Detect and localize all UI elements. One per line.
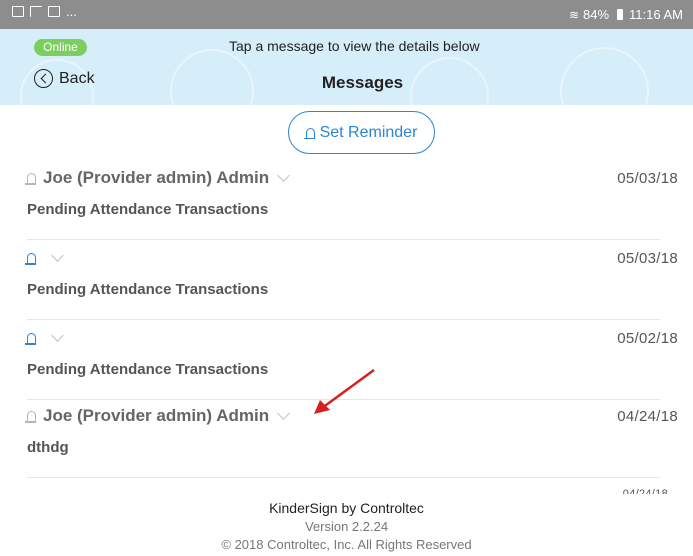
bell-icon[interactable] <box>25 411 36 423</box>
notification-icons: ... <box>12 4 77 19</box>
chevron-down-icon[interactable] <box>277 168 290 182</box>
bell-icon[interactable] <box>25 333 36 345</box>
header-hint: Tap a message to view the details below <box>229 38 480 54</box>
set-reminder-label: Set Reminder <box>319 123 418 141</box>
message-subject: Pending Attendance Transactions <box>27 281 269 298</box>
divider <box>27 319 660 320</box>
bell-icon[interactable] <box>25 173 36 185</box>
message-date: 04/24/18 <box>617 408 678 425</box>
app-header: Online Tap a message to view the details… <box>0 29 693 105</box>
footer-copyright: © 2018 Controltec, Inc. All Rights Reser… <box>221 537 472 552</box>
partial-message-date: 04/24/18 <box>622 488 668 494</box>
online-status-badge: Online <box>34 39 87 56</box>
divider <box>27 239 660 240</box>
clock: 11:16 AM <box>629 7 683 22</box>
message-subject: Pending Attendance Transactions <box>27 201 269 218</box>
message-date: 05/02/18 <box>617 330 678 347</box>
flipboard-icon <box>30 6 42 17</box>
message-subject: dthdg <box>27 439 69 456</box>
message-date: 05/03/18 <box>617 250 678 267</box>
wifi-icon: ≋ <box>568 7 579 22</box>
battery-percent: 84% <box>583 7 610 22</box>
chevron-down-icon[interactable] <box>277 406 290 420</box>
message-subject: Pending Attendance Transactions <box>27 361 269 378</box>
message-date: 05/03/18 <box>617 170 678 187</box>
battery-icon <box>617 9 624 20</box>
annotation-arrow-icon <box>314 368 375 414</box>
set-reminder-button[interactable]: Set Reminder <box>288 111 435 154</box>
status-bar: ... ≋ 84% 11:16 AM <box>0 0 693 29</box>
system-status: ≋ 84% 11:16 AM <box>569 7 683 22</box>
bell-icon <box>303 127 315 139</box>
divider <box>27 477 660 478</box>
footer-version: Version 2.2.24 <box>304 519 389 534</box>
email-icon <box>48 6 60 17</box>
page-title: Messages <box>321 73 404 92</box>
image-icon <box>12 6 24 17</box>
message-sender: Joe (Provider admin) Admin <box>43 406 270 425</box>
more-notifications-indicator: ... <box>66 4 77 19</box>
bell-icon[interactable] <box>25 253 36 265</box>
chevron-down-icon[interactable] <box>51 248 64 262</box>
message-sender: Joe (Provider admin) Admin <box>43 168 270 187</box>
chevron-down-icon[interactable] <box>51 328 64 342</box>
footer-app-name: KinderSign by Controltec <box>269 500 424 516</box>
